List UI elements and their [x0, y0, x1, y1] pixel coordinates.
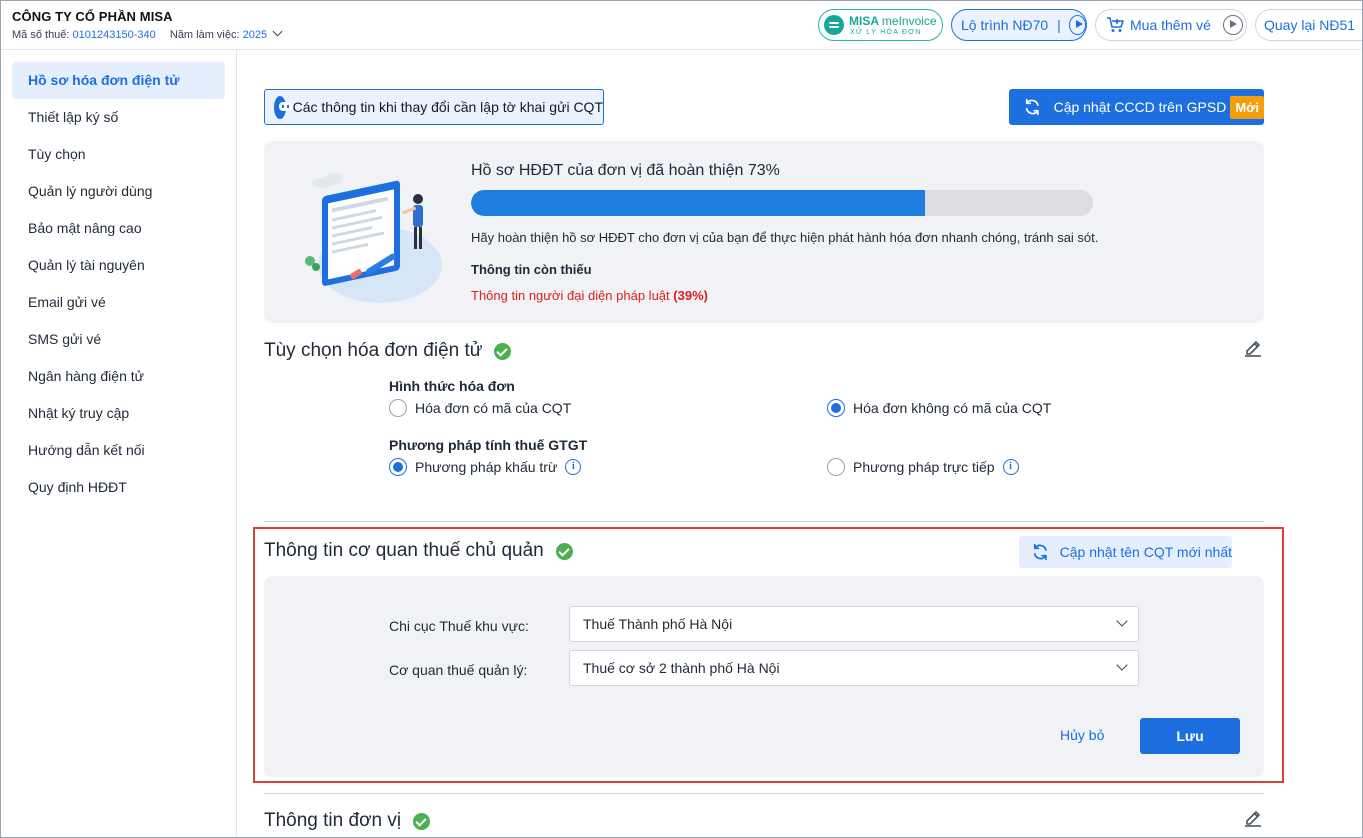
logo-brand: MISA — [849, 14, 879, 28]
sidebar-item-options[interactable]: Tùy chọn — [12, 136, 225, 173]
progress-description: Hãy hoàn thiện hồ sơ HĐĐT cho đơn vị của… — [471, 230, 1099, 245]
back-nd51-label: Quay lại NĐ51 — [1264, 17, 1356, 33]
cart-icon — [1107, 17, 1124, 32]
radio-label: Hóa đơn không có mã của CQT — [853, 400, 1052, 416]
sidebar-item-digital-signature[interactable]: Thiết lập ký số — [12, 99, 225, 136]
sync-icon — [1025, 98, 1039, 116]
tax-info: Mã số thuế: 0101243150-340 Năm làm việc:… — [12, 26, 283, 41]
tax-branch-select[interactable]: Thuế Thành phố Hà Nội — [569, 606, 1139, 642]
notice-label: Các thông tin khi thay đổi cần lập tờ kh… — [292, 99, 603, 115]
sidebar-item-resources[interactable]: Quản lý tài nguyên — [12, 247, 225, 284]
check-circle-icon — [413, 812, 431, 830]
progress-bar-fill — [471, 190, 926, 216]
update-cqt-name-button[interactable]: Cập nhật tên CQT mới nhất — [1019, 536, 1232, 568]
invoice-options-title: Tùy chọn hóa đơn điện tử — [264, 340, 512, 362]
tax-label: Mã số thuế: — [12, 29, 70, 41]
update-cccd-button[interactable]: Cập nhật CCCD trên GPSD Mới — [1009, 89, 1264, 125]
tax-branch-label: Chi cục Thuế khu vực: — [389, 618, 529, 634]
missing-info-title: Thông tin còn thiếu — [471, 262, 592, 277]
roadmap-nd70-button[interactable]: Lộ trình NĐ70 | — [951, 9, 1087, 41]
roadmap-label: Lộ trình NĐ70 — [961, 17, 1049, 33]
new-badge: Mới — [1230, 95, 1264, 119]
info-icon[interactable]: i — [1002, 459, 1019, 475]
invoice-form-label: Hình thức hóa đơn — [389, 378, 515, 394]
sidebar-item-sms[interactable]: SMS gửi vé — [12, 321, 225, 358]
update-cccd-label: Cập nhật CCCD trên GPSD — [1053, 99, 1227, 115]
chevron-down-icon — [1116, 659, 1128, 671]
vat-option-direct[interactable]: Phương pháp trực tiếp i — [827, 458, 1019, 476]
vat-option-deduction[interactable]: Phương pháp khấu trừ i — [389, 458, 582, 476]
sidebar-item-ebanking[interactable]: Ngân hàng điện tử — [12, 358, 225, 395]
update-cqt-label: Cập nhật tên CQT mới nhất — [1059, 544, 1232, 560]
save-button[interactable]: Lưu — [1140, 718, 1240, 754]
progress-bar — [471, 190, 1093, 216]
sync-icon — [1033, 543, 1047, 561]
top-header: CÔNG TY CỔ PHẦN MISA Mã số thuế: 0101243… — [0, 0, 1363, 50]
invoice-form-option-with-code[interactable]: Hóa đơn có mã của CQT — [389, 399, 571, 417]
sidebar-item-security[interactable]: Bảo mật nâng cao — [12, 210, 225, 247]
check-circle-icon — [555, 542, 573, 560]
sidebar-item-email[interactable]: Email gửi vé — [12, 284, 225, 321]
section-divider — [264, 793, 1264, 794]
tax-branch-value: Thuế Thành phố Hà Nội — [583, 616, 733, 632]
misa-meinvoice-logo[interactable]: MISA meInvoice XỬ LÝ HÓA ĐƠN — [818, 9, 943, 41]
sidebar-item-einvoice-profile[interactable]: Hồ sơ hóa đơn điện tử — [12, 62, 225, 99]
buy-more-label: Mua thêm vé — [1130, 17, 1211, 33]
logo-brand-product: meInvoice — [881, 14, 937, 28]
radio-button[interactable] — [827, 458, 845, 476]
profile-progress-card: Hồ sơ HĐĐT của đơn vị đã hoàn thiện 73% … — [264, 141, 1264, 323]
robot-icon — [274, 95, 292, 119]
sidebar-item-access-log[interactable]: Nhật ký truy cập — [12, 395, 225, 432]
tax-value: 0101243150-340 — [72, 29, 156, 41]
sidebar: Hồ sơ hóa đơn điện tử Thiết lập ký số Tù… — [0, 50, 237, 838]
tax-office-select[interactable]: Thuế cơ sở 2 thành phố Hà Nội — [569, 650, 1139, 686]
play-icon[interactable] — [1068, 15, 1086, 35]
misa-logo-icon — [824, 15, 844, 35]
missing-item-percent: (39%) — [673, 288, 708, 303]
year-selector[interactable]: 2025 — [243, 29, 267, 41]
cancel-button[interactable]: Hủy bỏ — [1060, 727, 1104, 743]
invoice-form-option-without-code[interactable]: Hóa đơn không có mã của CQT — [827, 399, 1051, 417]
tax-authority-title: Thông tin cơ quan thuế chủ quản — [264, 540, 573, 562]
invoice-options-title-text: Tùy chọn hóa đơn điện tử — [264, 340, 483, 361]
sidebar-item-connection-guide[interactable]: Hướng dẫn kết nối — [12, 432, 225, 469]
missing-info-item[interactable]: Thông tin người đại diện pháp luật (39%) — [471, 288, 708, 303]
missing-item-label: Thông tin người đại diện pháp luật — [471, 288, 670, 303]
radio-label: Phương pháp khấu trừ — [415, 459, 558, 475]
chevron-down-icon — [1116, 615, 1128, 627]
unit-info-title-text: Thông tin đơn vị — [264, 810, 402, 831]
unit-info-title: Thông tin đơn vị — [264, 810, 431, 832]
sidebar-item-users[interactable]: Quản lý người dùng — [12, 173, 225, 210]
radio-label: Phương pháp trực tiếp — [853, 459, 995, 475]
buy-more-button[interactable]: Mua thêm vé — [1095, 9, 1247, 41]
tax-authority-title-text: Thông tin cơ quan thuế chủ quản — [264, 540, 544, 561]
tax-office-label: Cơ quan thuế quản lý: — [389, 662, 528, 678]
progress-title: Hồ sơ HĐĐT của đơn vị đã hoàn thiện 73% — [471, 162, 780, 179]
edit-icon[interactable] — [1243, 337, 1263, 357]
computer-illustration-icon — [305, 173, 442, 303]
check-circle-icon — [494, 342, 512, 360]
info-icon[interactable]: i — [565, 459, 582, 475]
back-nd51-button[interactable]: Quay lại NĐ51 — [1255, 9, 1363, 41]
radio-button-selected[interactable] — [827, 399, 845, 417]
company-name: CÔNG TY CỔ PHẦN MISA — [12, 9, 173, 24]
section-divider — [264, 521, 1264, 522]
sidebar-item-regulations[interactable]: Quy định HĐĐT — [12, 469, 225, 506]
radio-button-selected[interactable] — [389, 458, 407, 476]
declaration-notice-button[interactable]: Các thông tin khi thay đổi cần lập tờ kh… — [264, 89, 604, 125]
play-icon[interactable] — [1222, 15, 1243, 35]
vat-method-label: Phương pháp tính thuế GTGT — [389, 437, 588, 453]
radio-label: Hóa đơn có mã của CQT — [415, 400, 572, 416]
chevron-down-icon[interactable] — [272, 26, 283, 37]
tax-office-value: Thuế cơ sở 2 thành phố Hà Nội — [583, 660, 780, 676]
logo-tagline: XỬ LÝ HÓA ĐƠN — [850, 29, 922, 36]
radio-button[interactable] — [389, 399, 407, 417]
main-content: Các thông tin khi thay đổi cần lập tờ kh… — [238, 50, 1363, 838]
tax-authority-panel: Chi cục Thuế khu vực: Thuế Thành phố Hà … — [264, 576, 1264, 777]
edit-icon[interactable] — [1243, 807, 1263, 827]
year-label: Năm làm việc: — [169, 29, 240, 41]
